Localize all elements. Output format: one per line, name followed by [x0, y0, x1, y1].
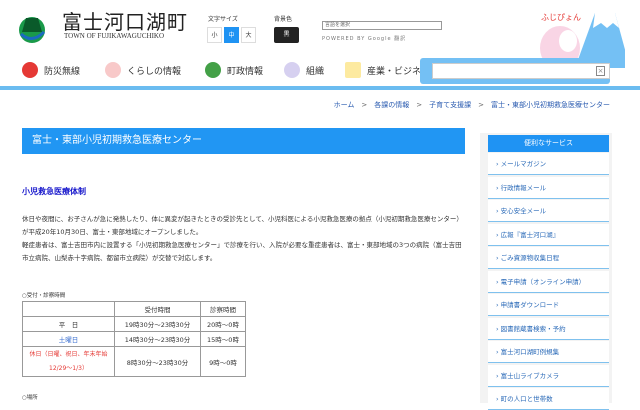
- font-size-medium[interactable]: 中: [224, 27, 239, 43]
- table-row: 休日（日曜、祝日、年末年始12/29～1/3） 8時30分～23時30分 9時～0時: [22, 346, 246, 377]
- nav-soshiki[interactable]: 組織: [284, 62, 324, 78]
- sidebar-link[interactable]: 広報『富士河口湖』: [488, 223, 609, 246]
- town-logo[interactable]: [17, 10, 47, 44]
- nav-label: 組織: [306, 66, 325, 77]
- factory-icon: [345, 62, 361, 78]
- paragraph: 軽症患者は、富士吉田市内に設置する「小児初期救急医療センター」で診療を行い、入院…: [22, 241, 462, 262]
- table-header-row: 受付時間 診察時間: [22, 301, 246, 317]
- font-size-label: 文字サイズ: [208, 16, 238, 23]
- table-row: 土曜日 14時30分～23時30分 15時～0時: [22, 331, 246, 347]
- breadcrumb-childcare[interactable]: 子育て支援課: [429, 101, 471, 109]
- hours-table: 受付時間 診察時間 平 日 19時30分～23時30分 20時～0時 土曜日 14時30…: [22, 301, 246, 377]
- search-clear-icon[interactable]: ×: [596, 66, 605, 76]
- breadcrumb-home[interactable]: ホーム: [334, 101, 355, 109]
- sidebar-link[interactable]: 行政情報メール: [488, 176, 609, 199]
- nav-kurashi[interactable]: くらしの情報: [105, 62, 181, 78]
- table-cell: 受付時間: [114, 301, 201, 317]
- breadcrumb-departments[interactable]: 各課の情報: [374, 101, 409, 109]
- speaker-icon: [22, 62, 38, 78]
- table-cell: 19時30分～23時30分: [114, 316, 201, 332]
- bg-black-button[interactable]: 黒: [274, 27, 299, 43]
- mascot-text: ふじぴょん: [541, 13, 581, 22]
- breadcrumb-current: 富士・東部小児初期救急医療センター: [491, 101, 610, 109]
- font-size-large[interactable]: 大: [241, 27, 256, 43]
- nav-chousei[interactable]: 町政情報: [205, 62, 263, 78]
- page-title: 富士・東部小児初期救急医療センター: [22, 128, 465, 154]
- table-cell: 土曜日: [22, 331, 115, 347]
- leaf-icon: [205, 62, 221, 78]
- table-row: 平 日 19時30分～23時30分 20時～0時: [22, 316, 246, 332]
- table-cell: 平 日: [22, 316, 115, 332]
- nav-label: 町政情報: [227, 66, 264, 77]
- nav-label: 防災無線: [44, 66, 81, 77]
- nav-label: 産業・ビジネ: [367, 66, 422, 77]
- sidebar-link[interactable]: 町の人口と世帯数: [488, 388, 609, 410]
- search-input[interactable]: ×: [432, 63, 610, 79]
- hours-caption: ○受付・診察時間: [22, 293, 66, 299]
- table-cell: 8時30分～23時30分: [114, 346, 201, 377]
- sidebar-link[interactable]: 富士河口湖町例規集: [488, 341, 609, 363]
- house-icon: [105, 62, 121, 78]
- sidebar-link[interactable]: メールマガジン: [488, 153, 609, 175]
- nav-bousai[interactable]: 防災無線: [22, 62, 80, 78]
- table-cell: 15時～0時: [200, 331, 246, 347]
- sidebar-link[interactable]: 富士山ライブカメラ: [488, 364, 609, 387]
- table-cell: 20時～0時: [200, 316, 246, 332]
- site-title[interactable]: 富士河口湖町: [62, 6, 188, 35]
- bg-color-label: 背景色: [274, 16, 293, 23]
- paragraph: 休日や夜間に、お子さんが急に発熱したり、体に異変が起きたときの受診先として、小児…: [22, 215, 460, 236]
- sidebar-link[interactable]: 電子申請（オンライン申請）: [488, 270, 609, 293]
- people-icon: [284, 62, 300, 78]
- table-cell: [22, 301, 115, 317]
- sidebar-link[interactable]: 申請書ダウンロード: [488, 294, 609, 316]
- language-select[interactable]: 言語を選択: [322, 21, 442, 30]
- sidebar-link[interactable]: 安心安全メール: [488, 200, 609, 222]
- nav-divider: [0, 86, 640, 90]
- powered-by-google: POWERED BY Google 翻訳: [322, 36, 407, 42]
- nav-sangyou[interactable]: 産業・ビジネ: [345, 62, 421, 78]
- sidebar-heading: 便利なサービス: [488, 135, 609, 152]
- nav-label: くらしの情報: [127, 66, 182, 77]
- font-size-small[interactable]: 小: [207, 27, 222, 43]
- section-heading: 小児救急医療体制: [22, 187, 86, 196]
- table-cell: 休日（日曜、祝日、年末年始12/29～1/3）: [22, 346, 115, 377]
- site-subtitle: TOWN OF FUJIKAWAGUCHIKO: [64, 32, 165, 40]
- body-text: 休日や夜間に、お子さんが急に発熱したり、体に異変が起きたときの受診先として、小児…: [22, 213, 462, 265]
- sidebar-link[interactable]: ごみ資源物収集日程: [488, 247, 609, 269]
- sidebar-link[interactable]: 図書館蔵書検索・予約: [488, 317, 609, 340]
- table-cell: 診察時間: [200, 301, 246, 317]
- table-cell: 14時30分～23時30分: [114, 331, 201, 347]
- breadcrumb: ホーム > 各課の情報 > 子育て支援課 > 富士・東部小児初期救急医療センター: [333, 101, 610, 109]
- table-cell: 9時～0時: [200, 346, 246, 377]
